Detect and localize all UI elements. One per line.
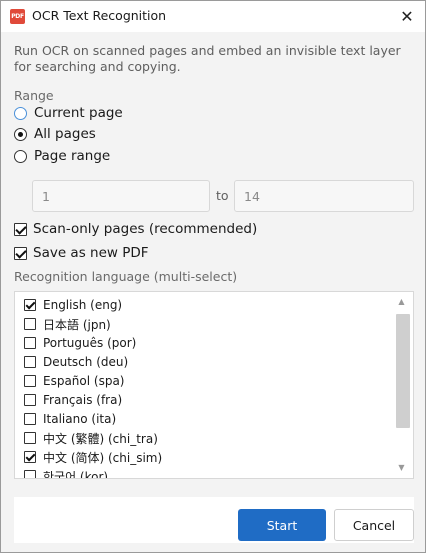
range-label: Range bbox=[14, 88, 54, 103]
list-item[interactable]: 中文 (繁體) (chi_tra) bbox=[24, 429, 158, 447]
language-label: Recognition language (multi-select) bbox=[14, 269, 238, 284]
pdf-app-icon: PDF bbox=[10, 9, 25, 24]
scan-only-checkbox-row[interactable]: Scan-only pages (recommended) bbox=[14, 219, 257, 239]
title-bar: PDF OCR Text Recognition ✕ bbox=[1, 1, 425, 32]
radio-current-page[interactable]: Current page bbox=[14, 103, 123, 123]
language-label: 日本語 (jpn) bbox=[43, 317, 111, 332]
list-item[interactable]: 日本語 (jpn) bbox=[24, 315, 111, 333]
checkbox-label: Save as new PDF bbox=[33, 245, 149, 261]
checkbox[interactable] bbox=[24, 451, 36, 463]
radio-label: Current page bbox=[34, 105, 123, 121]
language-label: 中文 (简体) (chi_sim) bbox=[43, 450, 163, 465]
language-label: Français (fra) bbox=[43, 393, 123, 407]
language-label: Español (spa) bbox=[43, 374, 125, 388]
dialog-title: OCR Text Recognition bbox=[32, 8, 167, 23]
radio-label: Page range bbox=[34, 148, 111, 164]
range-to-label: to bbox=[216, 188, 229, 203]
list-item[interactable]: Español (spa) bbox=[24, 372, 125, 390]
checkbox[interactable] bbox=[14, 222, 27, 236]
checkbox[interactable] bbox=[24, 432, 36, 444]
scroll-thumb[interactable] bbox=[396, 314, 410, 428]
checkbox[interactable] bbox=[24, 356, 36, 368]
start-button[interactable]: Start bbox=[238, 509, 326, 541]
list-scrollbar[interactable]: ▲ ▼ bbox=[395, 296, 410, 474]
list-item[interactable]: 中文 (简体) (chi_sim) bbox=[24, 448, 162, 466]
description-text: Run OCR on scanned pages and embed an in… bbox=[14, 43, 401, 74]
checkbox[interactable] bbox=[24, 470, 36, 478]
ocr-dialog: PDF OCR Text Recognition ✕ Run OCR on sc… bbox=[0, 0, 426, 553]
radio-button[interactable] bbox=[14, 106, 27, 120]
range-from-input[interactable]: 1 bbox=[32, 180, 210, 212]
radio-page-range[interactable]: Page range bbox=[14, 146, 110, 166]
language-label: Italiano (ita) bbox=[43, 412, 117, 426]
language-list[interactable]: English (eng) 日本語 (jpn) Português (por) … bbox=[14, 291, 414, 479]
radio-button[interactable] bbox=[14, 149, 27, 163]
list-item[interactable]: Deutsch (deu) bbox=[24, 353, 128, 371]
close-button[interactable]: ✕ bbox=[393, 3, 421, 29]
scroll-down-icon[interactable]: ▼ bbox=[395, 462, 408, 474]
language-label: Deutsch (deu) bbox=[43, 355, 129, 369]
checkbox[interactable] bbox=[24, 413, 36, 425]
checkbox[interactable] bbox=[24, 299, 36, 311]
language-label: 中文 (繁體) (chi_tra) bbox=[43, 431, 158, 446]
radio-label: All pages bbox=[34, 126, 96, 142]
list-item[interactable]: 한국어 (kor) bbox=[24, 467, 109, 479]
close-icon: ✕ bbox=[400, 6, 414, 26]
language-label: Português (por) bbox=[43, 336, 137, 350]
list-item[interactable]: Português (por) bbox=[24, 334, 136, 352]
language-label: English (eng) bbox=[43, 298, 123, 312]
checkbox-label: Scan-only pages (recommended) bbox=[33, 221, 258, 237]
checkbox[interactable] bbox=[24, 394, 36, 406]
list-item[interactable]: English (eng) bbox=[24, 296, 122, 314]
radio-button[interactable] bbox=[14, 127, 27, 141]
checkbox[interactable] bbox=[24, 337, 36, 349]
scroll-up-icon[interactable]: ▲ bbox=[395, 296, 408, 308]
radio-all-pages[interactable]: All pages bbox=[14, 124, 96, 144]
checkbox[interactable] bbox=[24, 375, 36, 387]
checkbox[interactable] bbox=[14, 246, 27, 260]
cancel-button[interactable]: Cancel bbox=[334, 509, 414, 541]
list-item[interactable]: Italiano (ita) bbox=[24, 410, 116, 428]
checkbox[interactable] bbox=[24, 318, 36, 330]
list-item[interactable]: Français (fra) bbox=[24, 391, 122, 409]
save-new-pdf-checkbox-row[interactable]: Save as new PDF bbox=[14, 243, 149, 263]
range-to-input[interactable]: 14 bbox=[234, 180, 414, 212]
language-label: 한국어 (kor) bbox=[43, 469, 109, 479]
